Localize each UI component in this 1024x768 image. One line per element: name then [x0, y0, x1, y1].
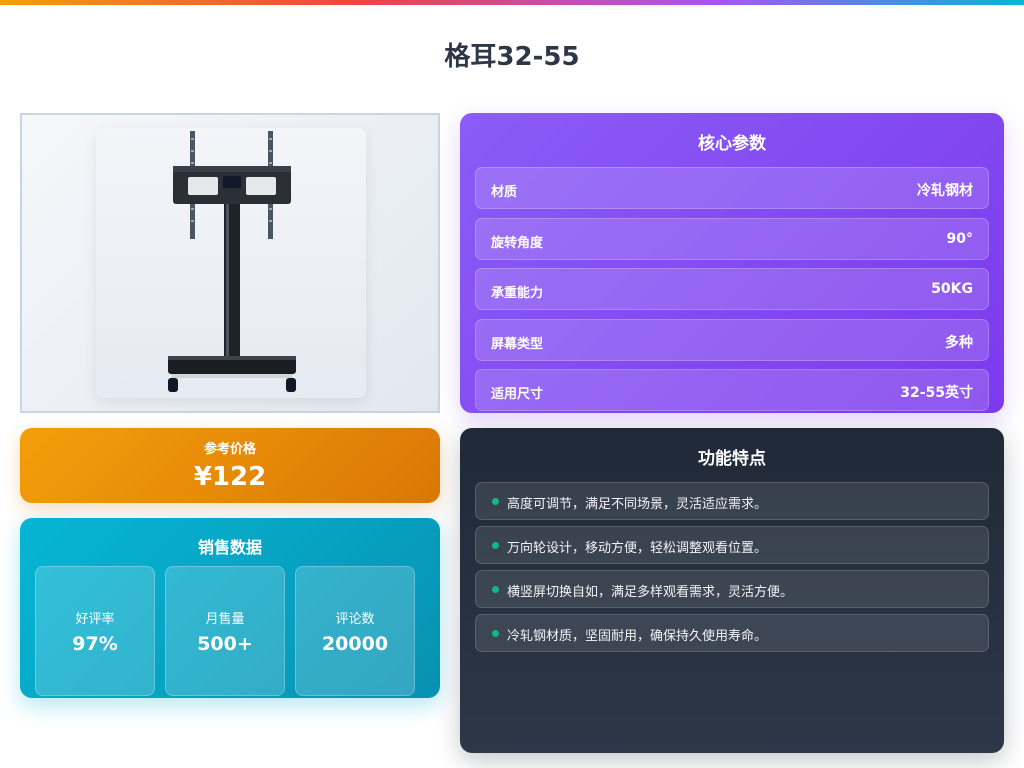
- stat-label: 月售量: [205, 612, 245, 627]
- top-accent-bar: [0, 0, 1024, 5]
- param-row-material: 材质 冷轧钢材: [475, 167, 989, 209]
- bullet-dot-icon: [492, 630, 499, 637]
- bullet-dot-icon: [492, 542, 499, 549]
- page-title: 格耳32-55: [444, 42, 580, 72]
- features-title: 功能特点: [698, 449, 766, 469]
- stat-label: 评论数: [335, 612, 375, 627]
- price-card: 参考价格 ¥122: [20, 428, 440, 503]
- stat-value: 500+: [197, 633, 253, 655]
- feature-text: 横竖屏切换自如，满足多样观看需求，灵活方便。: [507, 585, 794, 600]
- sales-title: 销售数据: [197, 538, 262, 557]
- bullet-dot-icon: [492, 586, 499, 593]
- product-image-panel: [20, 113, 440, 413]
- stat-positive-rate: 好评率 97%: [35, 566, 155, 696]
- price-value: ¥122: [193, 462, 267, 492]
- param-key: 材质: [491, 185, 518, 200]
- param-key: 旋转角度: [491, 236, 544, 251]
- product-image: [96, 128, 366, 398]
- features-card: 功能特点 高度可调节，满足不同场景，灵活适应需求。 万向轮设计，移动方便，轻松调…: [460, 428, 1004, 753]
- param-key: 承重能力: [491, 286, 544, 301]
- param-row-screen-type: 屏幕类型 多种: [475, 319, 989, 361]
- sales-data-card: 销售数据 好评率 97% 月售量 500+ 评论数 20000: [20, 518, 440, 698]
- tv-stand-illustration: [168, 131, 296, 392]
- stat-value: 20000: [321, 633, 389, 655]
- bullet-dot-icon: [492, 498, 499, 505]
- params-title: 核心参数: [698, 134, 766, 154]
- param-row-load: 承重能力 50KG: [475, 268, 989, 310]
- feature-text: 高度可调节，满足不同场景，灵活适应需求。: [507, 497, 768, 512]
- price-label: 参考价格: [203, 442, 256, 457]
- param-value: 50KG: [931, 281, 973, 297]
- stat-monthly-sales: 月售量 500+: [165, 566, 285, 696]
- param-value: 冷轧钢材: [917, 183, 973, 199]
- feature-item: 横竖屏切换自如，满足多样观看需求，灵活方便。: [475, 570, 989, 608]
- stat-review-count: 评论数 20000: [295, 566, 415, 696]
- param-key: 适用尺寸: [491, 387, 544, 402]
- core-params-card: 核心参数 材质 冷轧钢材 旋转角度 90° 承重能力 50KG 屏幕类型 多种 …: [460, 113, 1004, 413]
- feature-text: 万向轮设计，移动方便，轻松调整观看位置。: [507, 541, 768, 556]
- param-value: 多种: [945, 335, 973, 351]
- param-value: 90°: [946, 231, 973, 247]
- feature-item: 高度可调节，满足不同场景，灵活适应需求。: [475, 482, 989, 520]
- param-row-rotation: 旋转角度 90°: [475, 218, 989, 260]
- param-value: 32-55英寸: [900, 385, 973, 401]
- param-key: 屏幕类型: [491, 337, 544, 352]
- feature-item: 万向轮设计，移动方便，轻松调整观看位置。: [475, 526, 989, 564]
- feature-item: 冷轧钢材质，坚固耐用，确保持久使用寿命。: [475, 614, 989, 652]
- stat-value: 97%: [72, 633, 118, 655]
- feature-text: 冷轧钢材质，坚固耐用，确保持久使用寿命。: [507, 629, 768, 644]
- param-row-size: 适用尺寸 32-55英寸: [475, 369, 989, 411]
- stat-label: 好评率: [75, 612, 115, 627]
